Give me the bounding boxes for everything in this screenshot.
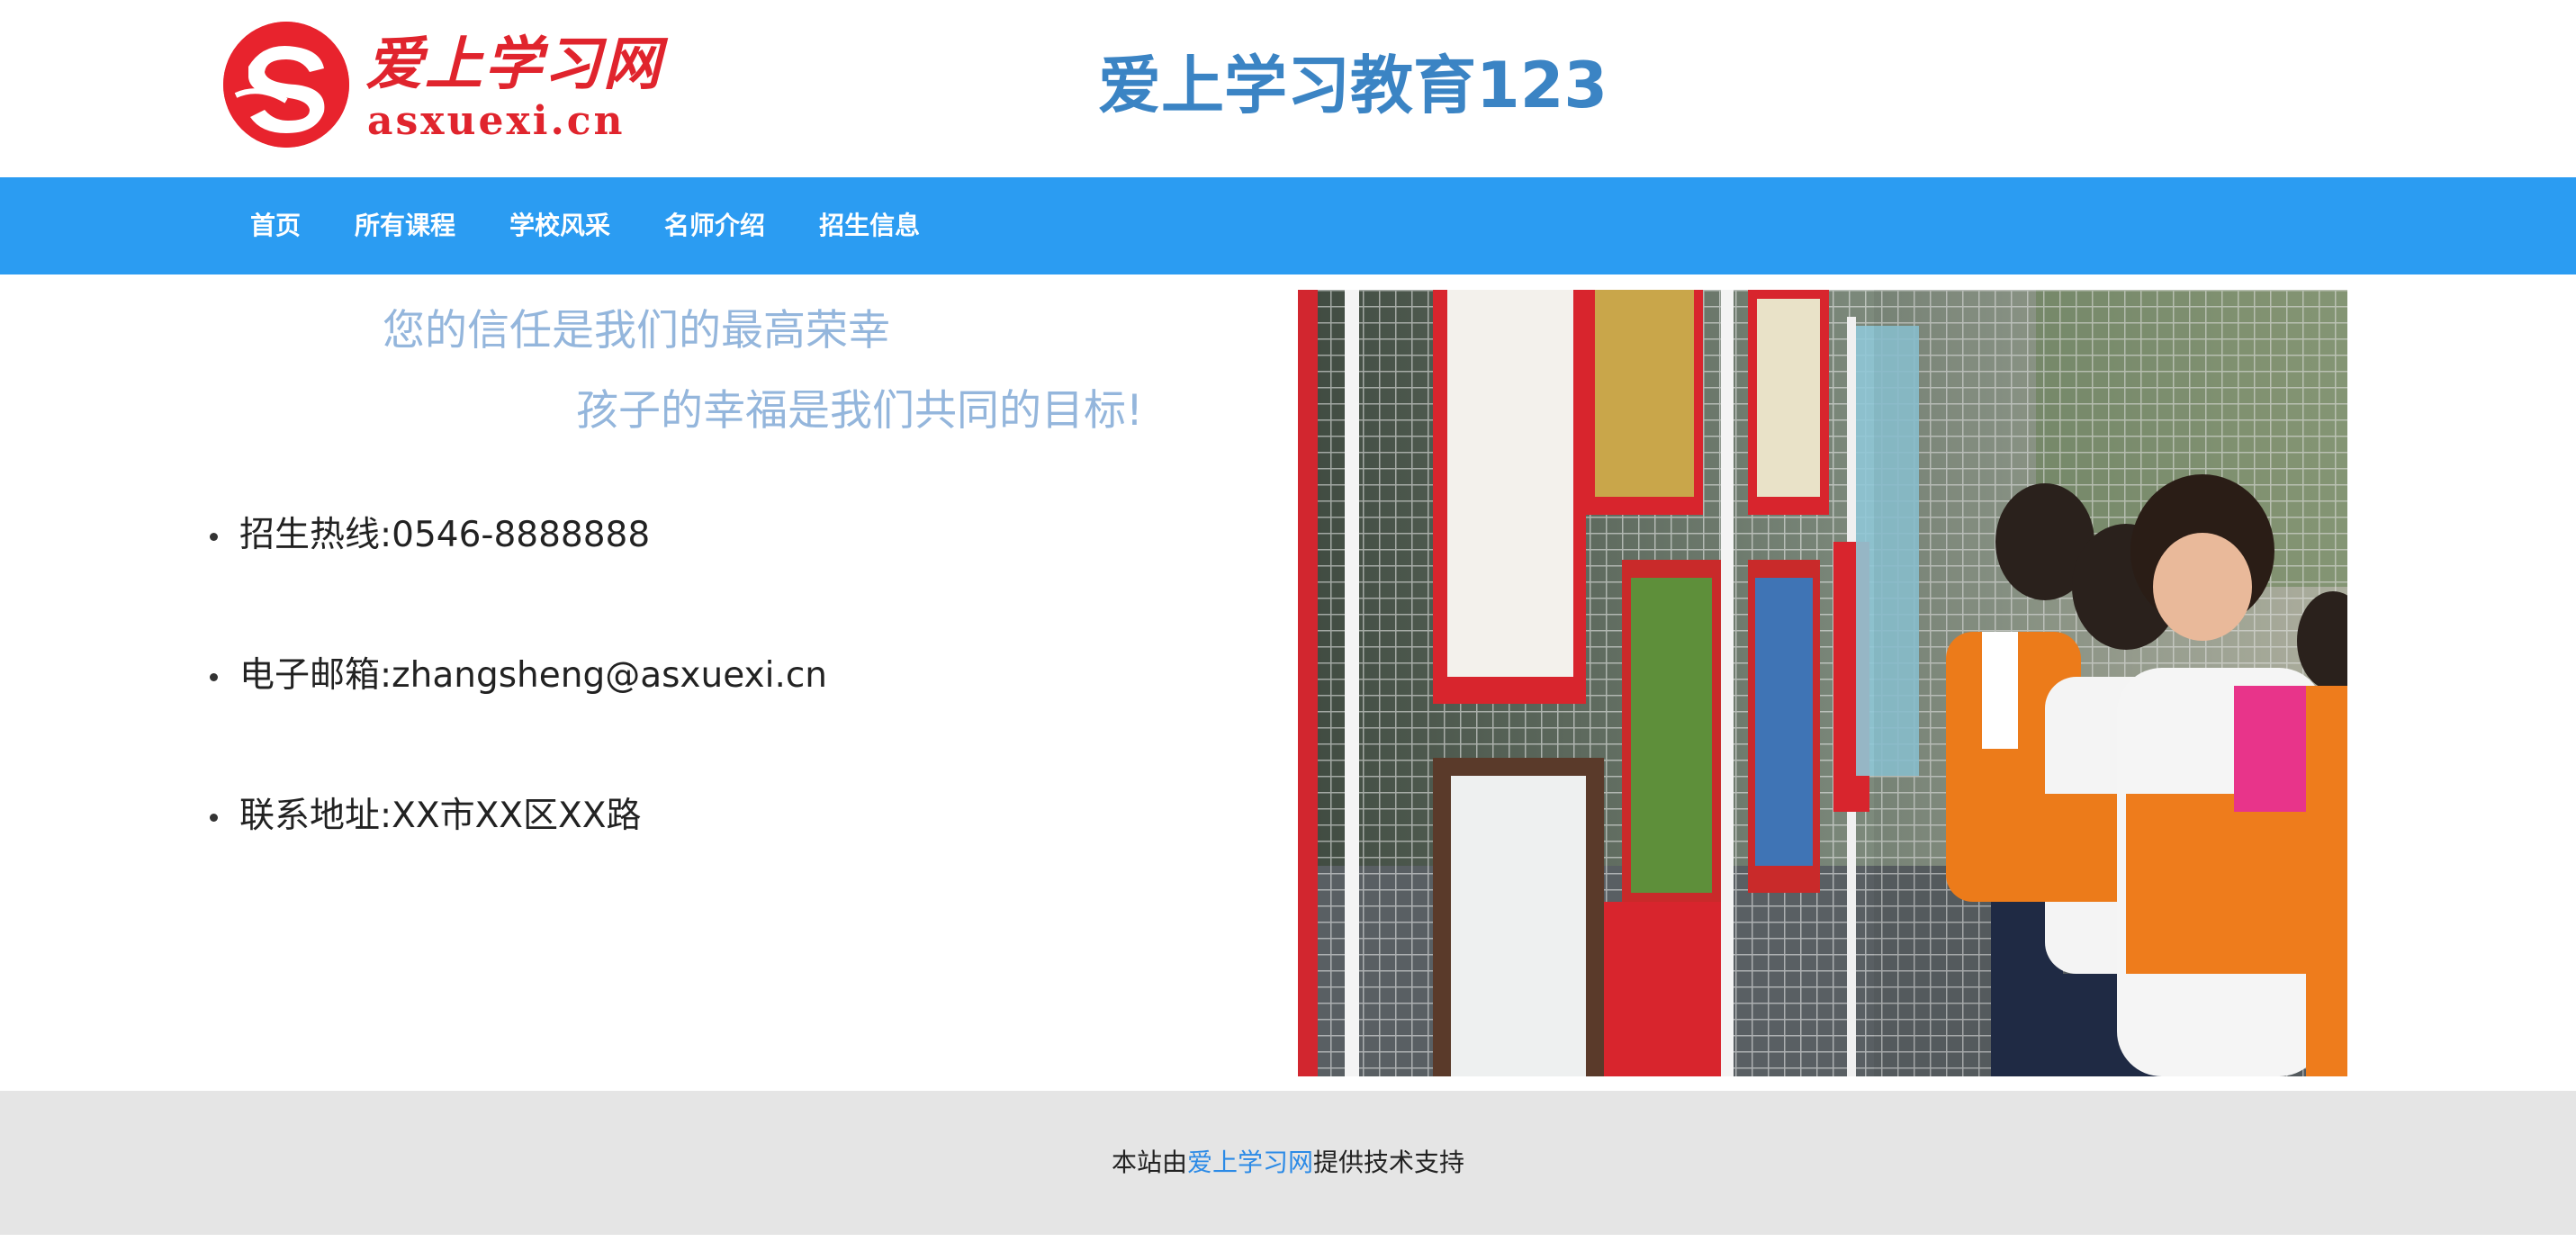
contact-hotline-text: 招生热线:0546-8888888	[239, 515, 651, 555]
contact-address: 联系地址:XX市XX区XX路	[205, 789, 827, 930]
site-footer: 本站由爱上学习网提供技术支持	[0, 1091, 2576, 1235]
contact-email: 电子邮箱:zhangsheng@asxuexi.cn	[205, 649, 827, 789]
logo-text-domain: asxuexi.cn	[367, 98, 626, 144]
site-logo[interactable]: 爱上学习网 asxuexi.cn	[223, 20, 661, 155]
logo-emblem-icon	[223, 22, 349, 148]
nav-item-courses[interactable]: 所有课程	[355, 177, 455, 274]
contact-hotline: 招生热线:0546-8888888	[205, 508, 827, 649]
students-art-exhibition-photo	[1298, 290, 2347, 1076]
site-header: 爱上学习网 asxuexi.cn 爱上学习教育123	[0, 0, 2576, 177]
bullet-icon	[210, 673, 218, 681]
main-content: 您的信任是我们的最高荣幸 孩子的幸福是我们共同的目标! 招生热线:0546-88…	[0, 274, 2576, 1091]
site-title: 爱上学习教育123	[1098, 49, 1608, 122]
nav-item-school[interactable]: 学校风采	[509, 177, 610, 274]
footer-prefix: 本站由	[1111, 1148, 1187, 1177]
slogan-line-2: 孩子的幸福是我们共同的目标!	[576, 386, 1143, 436]
bullet-icon	[210, 814, 218, 822]
footer-credit: 本站由爱上学习网提供技术支持	[0, 1142, 2576, 1184]
main-nav: 首页 所有课程 学校风采 名师介绍 招生信息	[0, 177, 2576, 274]
nav-item-admissions[interactable]: 招生信息	[819, 177, 920, 274]
nav-item-home[interactable]: 首页	[250, 177, 301, 274]
footer-link[interactable]: 爱上学习网	[1187, 1148, 1313, 1177]
footer-suffix: 提供技术支持	[1313, 1148, 1465, 1177]
nav-item-teachers[interactable]: 名师介绍	[664, 177, 765, 274]
logo-text-cn: 爱上学习网	[365, 31, 662, 98]
bullet-icon	[210, 533, 218, 541]
contact-list: 招生热线:0546-8888888 电子邮箱:zhangsheng@asxuex…	[205, 508, 827, 930]
slogan-line-1: 您的信任是我们的最高荣幸	[383, 306, 890, 356]
contact-email-text: 电子邮箱:zhangsheng@asxuexi.cn	[239, 655, 828, 696]
contact-address-text: 联系地址:XX市XX区XX路	[239, 796, 642, 836]
